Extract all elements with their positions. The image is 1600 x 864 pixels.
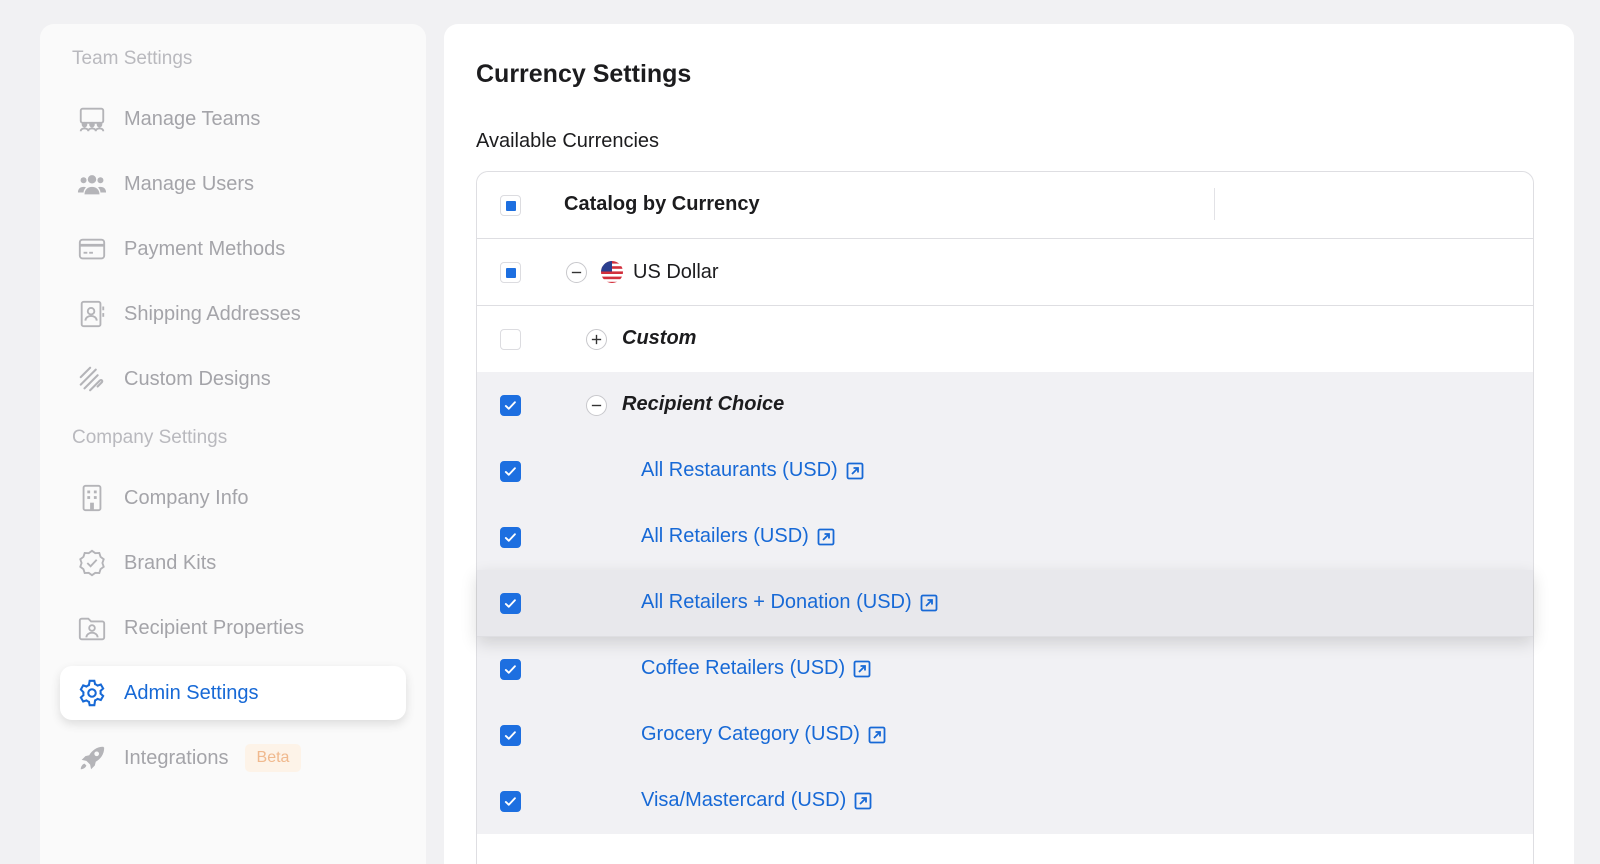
table-row: All Retailers + Donation (USD) — [477, 570, 1533, 637]
check-icon — [504, 401, 516, 410]
beta-badge: Beta — [244, 744, 302, 772]
main-panel: Currency Settings Available Currencies C… — [444, 24, 1574, 864]
us-flag-icon — [601, 261, 623, 283]
check-icon — [504, 731, 516, 740]
sidebar-item-custom-designs[interactable]: Custom Designs — [60, 352, 406, 406]
table-row: All Restaurants (USD) — [477, 438, 1533, 505]
sidebar-item-label: Admin Settings — [124, 681, 259, 704]
check-icon — [504, 533, 516, 542]
sidebar-item-label: Integrations — [124, 746, 229, 769]
sidebar-item-label: Recipient Properties — [124, 616, 305, 639]
group-name: Recipient Choice — [622, 393, 785, 415]
collapse-toggle[interactable] — [586, 395, 607, 416]
folder-user-icon — [74, 610, 110, 646]
catalog-link-label: All Restaurants (USD) — [641, 459, 838, 481]
check-icon — [504, 665, 516, 674]
currency-table: Catalog by Currency US Dollar Custom Rec… — [476, 171, 1534, 864]
sidebar-item-manage-users[interactable]: Manage Users — [60, 157, 406, 211]
custom-checkbox[interactable] — [500, 329, 521, 350]
team-settings-heading: Team Settings — [72, 48, 193, 69]
catalog-link[interactable]: Visa/Mastercard (USD) — [641, 789, 872, 812]
catalog-link[interactable]: Coffee Retailers (USD) — [641, 657, 871, 680]
teams-icon — [74, 101, 110, 137]
expand-toggle[interactable] — [586, 329, 607, 350]
column-header: Catalog by Currency — [564, 193, 760, 215]
table-row-recipient-choice: Recipient Choice — [477, 372, 1533, 439]
sidebar-item-label: Manage Users — [124, 172, 255, 195]
users-icon — [74, 166, 110, 202]
minus-icon — [571, 271, 582, 274]
minus-icon — [591, 404, 602, 407]
sidebar: Team Settings Manage Teams Manage Users — [40, 24, 426, 864]
group-name: Custom — [622, 327, 697, 349]
plus-icon — [591, 334, 602, 345]
sidebar-item-admin-settings[interactable]: Admin Settings — [60, 666, 406, 720]
sidebar-item-company-info[interactable]: Company Info — [60, 471, 406, 525]
check-icon — [504, 599, 516, 608]
external-link-icon — [920, 594, 938, 611]
recipient-choice-checkbox[interactable] — [500, 395, 521, 416]
us-dollar-checkbox[interactable] — [500, 262, 521, 283]
sidebar-item-label: Custom Designs — [124, 367, 271, 390]
external-link-icon — [854, 792, 872, 809]
gear-icon — [74, 675, 110, 711]
sidebar-item-label: Payment Methods — [124, 237, 286, 260]
table-row: All Retailers (USD) — [477, 504, 1533, 571]
table-row: Visa/Mastercard (USD) — [477, 768, 1533, 835]
catalog-link-label: All Retailers (USD) — [641, 525, 809, 547]
table-row: Grocery Category (USD) — [477, 702, 1533, 769]
select-all-checkbox[interactable] — [500, 195, 521, 216]
sidebar-item-recipient-properties[interactable]: Recipient Properties — [60, 601, 406, 655]
catalog-link[interactable]: Grocery Category (USD) — [641, 723, 886, 746]
table-row-us-dollar: US Dollar — [477, 239, 1533, 306]
table-header-row: Catalog by Currency — [477, 172, 1533, 239]
sidebar-item-shipping-addresses[interactable]: Shipping Addresses — [60, 287, 406, 341]
catalog-link-label: Coffee Retailers (USD) — [641, 657, 846, 679]
column-divider[interactable] — [1214, 188, 1215, 220]
external-link-icon — [868, 726, 886, 743]
badge-check-icon — [74, 545, 110, 581]
catalog-link[interactable]: All Restaurants (USD) — [641, 459, 864, 482]
collapse-toggle[interactable] — [566, 262, 587, 283]
external-link-icon — [853, 660, 871, 677]
check-icon — [504, 467, 516, 476]
sidebar-item-integrations[interactable]: Integrations Beta — [60, 731, 406, 785]
section-subtitle: Available Currencies — [476, 130, 660, 152]
sidebar-item-payment-methods[interactable]: Payment Methods — [60, 222, 406, 276]
sidebar-item-manage-teams[interactable]: Manage Teams — [60, 92, 406, 146]
external-link-icon — [817, 528, 835, 545]
sidebar-item-label: Manage Teams — [124, 107, 261, 130]
catalog-link[interactable]: All Retailers + Donation (USD) — [641, 591, 938, 614]
catalog-checkbox[interactable] — [500, 593, 521, 614]
catalog-link-label: Visa/Mastercard (USD) — [641, 789, 847, 811]
scribble-icon — [74, 361, 110, 397]
catalog-checkbox[interactable] — [500, 461, 521, 482]
building-icon — [74, 480, 110, 516]
rocket-icon — [74, 740, 110, 776]
address-book-icon — [74, 296, 110, 332]
external-link-icon — [846, 462, 864, 479]
sidebar-item-label: Shipping Addresses — [124, 302, 301, 325]
table-row: Coffee Retailers (USD) — [477, 636, 1533, 703]
company-settings-heading: Company Settings — [72, 427, 228, 448]
catalog-link-label: Grocery Category (USD) — [641, 723, 860, 745]
catalog-checkbox[interactable] — [500, 791, 521, 812]
credit-card-icon — [74, 231, 110, 267]
check-icon — [504, 797, 516, 806]
catalog-checkbox[interactable] — [500, 659, 521, 680]
catalog-link-label: All Retailers + Donation (USD) — [641, 591, 912, 613]
table-row-custom: Custom — [477, 306, 1533, 373]
catalog-checkbox[interactable] — [500, 527, 521, 548]
sidebar-item-brand-kits[interactable]: Brand Kits — [60, 536, 406, 590]
sidebar-item-label: Company Info — [124, 486, 249, 509]
page-title: Currency Settings — [476, 60, 692, 88]
catalog-link[interactable]: All Retailers (USD) — [641, 525, 835, 548]
catalog-checkbox[interactable] — [500, 725, 521, 746]
currency-name: US Dollar — [633, 261, 719, 283]
sidebar-item-label: Brand Kits — [124, 551, 217, 574]
table-row — [477, 834, 1533, 864]
